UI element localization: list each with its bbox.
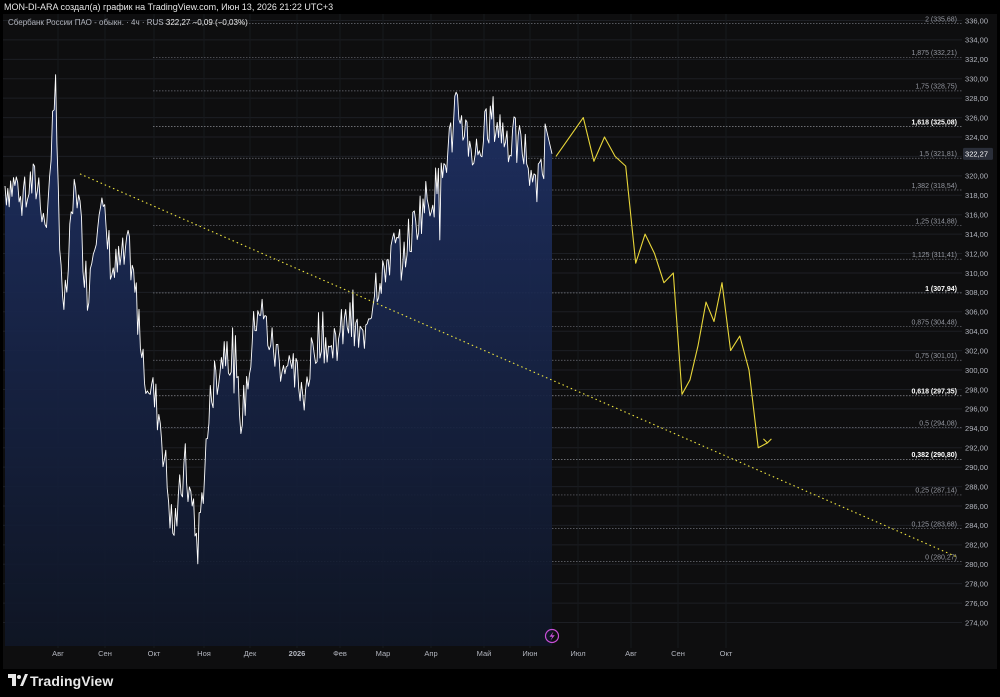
y-tick-label: 306,00: [965, 308, 988, 317]
y-tick-label: 302,00: [965, 346, 988, 355]
y-tick-label: 282,00: [965, 541, 988, 550]
y-tick-label: 290,00: [965, 463, 988, 472]
chart-frame: MON-DI-ARA создал(а) график на TradingVi…: [0, 0, 1000, 697]
y-tick-label: 330,00: [965, 75, 988, 84]
x-tick-label: Мар: [376, 649, 391, 658]
x-tick-label: Фев: [333, 649, 347, 658]
y-tick-label: 336,00: [965, 16, 988, 25]
fib-level-label: 1,75 (328,75): [915, 84, 957, 91]
x-tick-label: Дек: [244, 649, 257, 658]
price-area: [5, 74, 552, 646]
x-tick-label: Сен: [671, 649, 685, 658]
fib-level-label: 1,5 (321,81): [919, 151, 957, 158]
last-price-badge-label: 322,27: [965, 150, 988, 159]
fib-level-label: 1,875 (332,21): [911, 50, 957, 57]
x-tick-label: Авг: [52, 649, 64, 658]
x-tick-label: Ноя: [197, 649, 211, 658]
y-tick-label: 294,00: [965, 424, 988, 433]
y-tick-label: 288,00: [965, 482, 988, 491]
fib-level-label: 1,618 (325,08): [911, 119, 957, 126]
fib-level-label: 0,875 (304,48): [911, 319, 957, 326]
x-tick-label: Май: [477, 649, 492, 658]
y-tick-label: 324,00: [965, 133, 988, 142]
fib-level-label: 0,618 (297,35): [911, 389, 957, 396]
y-tick-label: 320,00: [965, 172, 988, 181]
y-tick-label: 284,00: [965, 521, 988, 530]
y-tick-label: 312,00: [965, 249, 988, 258]
y-tick-label: 334,00: [965, 36, 988, 45]
y-tick-label: 304,00: [965, 327, 988, 336]
price-area-fill: [5, 74, 552, 646]
fib-level-label: 0,382 (290,80): [911, 452, 957, 459]
projection-series: [555, 117, 772, 449]
footer-bar: [0, 669, 1000, 697]
last-price: 322,27: [165, 18, 191, 27]
symbol-legend[interactable]: Сбербанк России ПАО - обыкн. · 4ч · RUS …: [8, 18, 248, 27]
y-tick-label: 308,00: [965, 288, 988, 297]
price-chart[interactable]: 0 (280,27) 0,125 (283,68) 0,25 (287,14) 0,3…: [0, 0, 1000, 697]
time-axis[interactable]: Авг Сен Окт Ноя Дек 2026 Фев Мар Апр Май Июн Июл Авг…: [52, 649, 733, 658]
fib-level-label: 0,25 (287,14): [915, 488, 957, 495]
y-tick-label: 328,00: [965, 94, 988, 103]
y-tick-label: 326,00: [965, 113, 988, 122]
y-tick-label: 318,00: [965, 191, 988, 200]
x-tick-label: Окт: [720, 649, 733, 658]
x-tick-label: Сен: [98, 649, 112, 658]
y-tick-label: 300,00: [965, 366, 988, 375]
y-tick-label: 286,00: [965, 502, 988, 511]
fib-level-label: 0,75 (301,01): [915, 353, 957, 360]
y-tick-label: 316,00: [965, 210, 988, 219]
fib-level-label: 0 (280,27): [925, 554, 957, 561]
fib-level-label: 0,5 (294,08): [919, 420, 957, 427]
x-tick-label: Апр: [424, 649, 437, 658]
symbol-name: Сбербанк России ПАО - обыкн. · 4ч · RUS: [8, 18, 164, 27]
price-axis[interactable]: 274,00 276,00 278,00 280,00 282,00 284,00 286,…: [963, 16, 993, 627]
y-tick-label: 298,00: [965, 385, 988, 394]
x-tick-label: Июл: [570, 649, 585, 658]
tradingview-brand[interactable]: TradingView: [30, 673, 113, 689]
tradingview-logo-icon[interactable]: [8, 674, 28, 688]
fib-level-label: 1,382 (318,54): [911, 183, 957, 190]
price-change: −0,09 (−0,03%): [192, 18, 248, 27]
fib-level-label: 1,125 (311,41): [912, 252, 957, 259]
y-tick-label: 292,00: [965, 444, 988, 453]
y-tick-label: 276,00: [965, 599, 988, 608]
fib-level-label: 0,125 (283,68): [911, 521, 957, 528]
y-tick-label: 314,00: [965, 230, 988, 239]
y-tick-label: 280,00: [965, 560, 988, 569]
projection-arrowhead: [763, 438, 772, 444]
y-tick-label: 274,00: [965, 618, 988, 627]
projection-line: [555, 117, 768, 449]
y-tick-label: 310,00: [965, 269, 988, 278]
y-tick-label: 332,00: [965, 55, 988, 64]
x-tick-label: Авг: [625, 649, 637, 658]
fib-level-label: 1 (307,94): [925, 286, 957, 293]
x-tick-label: Окт: [148, 649, 161, 658]
x-tick-label: Июн: [522, 649, 537, 658]
fib-level-label: 2 (335,68): [925, 16, 957, 23]
x-tick-label: 2026: [289, 649, 306, 658]
y-tick-label: 296,00: [965, 405, 988, 414]
y-tick-label: 278,00: [965, 579, 988, 588]
fib-level-label: 1,25 (314,88): [915, 218, 957, 225]
